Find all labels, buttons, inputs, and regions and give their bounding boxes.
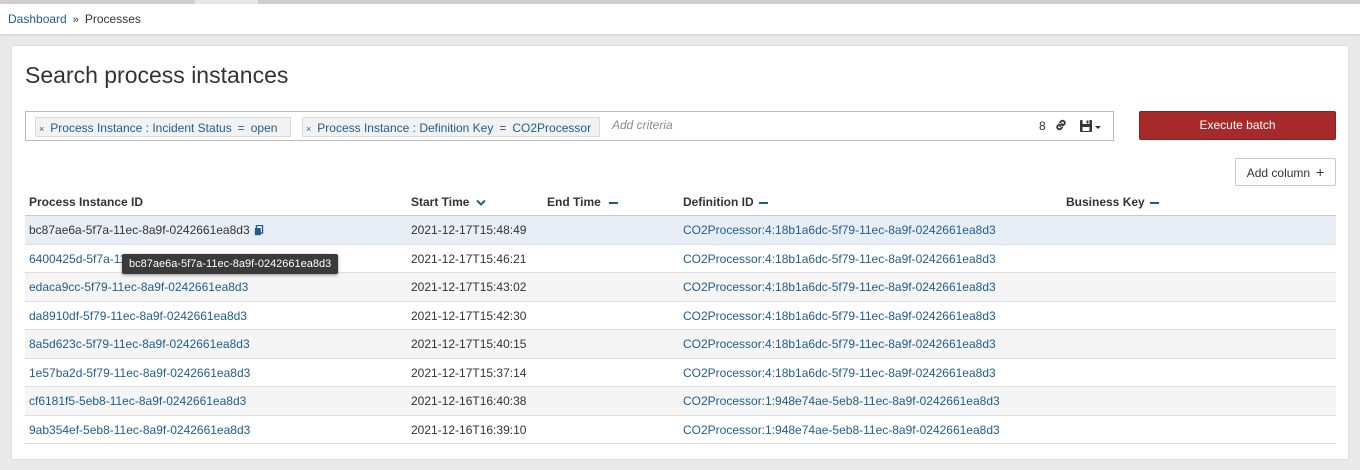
save-icon[interactable] [1079,119,1103,133]
breadcrumb: Dashboard » Processes [0,4,1360,34]
column-header-business-key[interactable]: Business Key [1066,195,1159,209]
definition-id-link[interactable]: CO2Processor:4:18b1a6dc-5f79-11ec-8a9f-0… [683,366,996,380]
definition-id-link[interactable]: CO2Processor:1:948e74ae-5eb8-11ec-8a9f-0… [683,423,1000,437]
start-time-cell: 2021-12-16T16:39:10 [411,422,527,437]
definition-id-link[interactable]: CO2Processor:4:18b1a6dc-5f79-11ec-8a9f-0… [683,337,996,351]
criteria-pill-definition-key[interactable]: × Process Instance : Definition Key = CO2Pr… [302,117,600,137]
process-instance-id-link[interactable]: 1e57ba2d-5f79-11ec-8a9f-0242661ea8d3 [29,366,250,380]
table-row[interactable]: cf6181f5-5eb8-11ec-8a9f-0242661ea8d3 202… [25,387,1336,416]
process-instance-id-link[interactable]: bc87ae6a-5f7a-11ec-8a9f-0242661ea8d3 [29,223,264,237]
start-time-cell: 2021-12-17T15:37:14 [411,365,527,380]
breadcrumb-separator: » [72,14,79,26]
criteria-key[interactable]: Process Instance : Incident Status [50,121,231,135]
table-row[interactable]: edaca9cc-5f79-11ec-8a9f-0242661ea8d3 202… [25,273,1336,302]
process-instance-id-link[interactable]: edaca9cc-5f79-11ec-8a9f-0242661ea8d3 [29,280,248,294]
table-row[interactable]: da8910df-5f79-11ec-8a9f-0242661ea8d3 202… [25,302,1336,330]
column-header-process-instance-id[interactable]: Process Instance ID [29,195,143,209]
table-row[interactable]: 8a5d623c-5f79-11ec-8a9f-0242661ea8d3 202… [25,330,1336,359]
link-icon[interactable] [1054,118,1068,132]
start-time-cell: 2021-12-17T15:46:21 [411,251,527,266]
copy-icon[interactable] [254,225,264,236]
process-instance-id-link[interactable]: cf6181f5-5eb8-11ec-8a9f-0242661ea8d3 [29,394,246,408]
criteria-key[interactable]: Process Instance : Definition Key [317,121,493,135]
criteria-pill-incident-status[interactable]: × Process Instance : Incident Status = open [35,117,291,137]
process-instance-id-link[interactable]: 8a5d623c-5f79-11ec-8a9f-0242661ea8d3 [29,337,250,351]
column-header-label: Definition ID [683,195,754,209]
column-header-definition-id[interactable]: Definition ID [683,195,768,209]
criteria-operator[interactable]: = [238,121,245,135]
search-criteria-box[interactable]: × Process Instance : Incident Status = open… [25,111,1114,141]
add-column-button[interactable]: Add column + [1235,158,1336,186]
definition-id-link[interactable]: CO2Processor:4:18b1a6dc-5f79-11ec-8a9f-0… [683,223,996,237]
chevron-down-icon[interactable] [476,199,486,207]
column-header-end-time[interactable]: End Time [547,195,618,209]
breadcrumb-current: Processes [84,12,141,26]
definition-id-link[interactable]: CO2Processor:4:18b1a6dc-5f79-11ec-8a9f-0… [683,280,996,294]
table-row[interactable]: 9ab354ef-5eb8-11ec-8a9f-0242661ea8d3 202… [25,416,1336,444]
process-instance-table: bc87ae6a-5f7a-11ec-8a9f-0242661ea8d3 202… [25,216,1336,444]
breadcrumb-dashboard-link[interactable]: Dashboard [8,12,67,26]
table-row[interactable]: bc87ae6a-5f7a-11ec-8a9f-0242661ea8d3 202… [25,216,1336,245]
process-instance-id-text[interactable]: bc87ae6a-5f7a-11ec-8a9f-0242661ea8d3 [29,223,250,237]
copy-tooltip: bc87ae6a-5f7a-11ec-8a9f-0242661ea8d3 [122,254,339,274]
add-column-label: Add column [1246,166,1311,180]
column-header-label: Process Instance ID [29,195,144,209]
search-panel: Search process instances × Process Instan… [11,45,1349,460]
definition-id-link[interactable]: CO2Processor:4:18b1a6dc-5f79-11ec-8a9f-0… [683,252,996,266]
execute-batch-button[interactable]: Execute batch [1139,111,1336,140]
remove-column-minus-icon[interactable] [758,201,768,204]
page-title: Search process instances [25,62,289,88]
criteria-value[interactable]: open [251,121,278,135]
remove-column-minus-icon[interactable] [608,201,618,204]
result-count: 8 [1039,119,1046,133]
start-time-cell: 2021-12-17T15:40:15 [411,337,527,351]
start-time-cell: 2021-12-17T15:48:49 [411,223,527,237]
definition-id-link[interactable]: CO2Processor:1:948e74ae-5eb8-11ec-8a9f-0… [683,394,1000,408]
column-header-label: Business Key [1066,195,1145,209]
add-criteria-input[interactable]: Add criteria [612,118,673,132]
plus-icon: + [1316,164,1325,180]
column-header-label: Start Time [411,195,470,209]
process-instance-id-link[interactable]: 9ab354ef-5eb8-11ec-8a9f-0242661ea8d3 [29,423,250,437]
remove-column-minus-icon[interactable] [1149,201,1159,204]
table-row[interactable]: 1e57ba2d-5f79-11ec-8a9f-0242661ea8d3 202… [25,359,1336,387]
column-header-label: End Time [547,195,601,209]
process-instance-id-link[interactable]: da8910df-5f79-11ec-8a9f-0242661ea8d3 [29,309,247,323]
column-header-start-time[interactable]: Start Time [411,195,486,209]
remove-criteria-x-icon[interactable]: × [39,124,44,134]
start-time-cell: 2021-12-17T15:42:30 [411,308,527,323]
start-time-cell: 2021-12-17T15:43:02 [411,280,527,294]
definition-id-link[interactable]: CO2Processor:4:18b1a6dc-5f79-11ec-8a9f-0… [683,309,996,323]
criteria-operator[interactable]: = [499,121,506,135]
criteria-value[interactable]: CO2Processor [512,121,591,135]
table-header: Process Instance ID Start Time End Time … [25,189,1336,216]
remove-criteria-x-icon[interactable]: × [306,124,311,134]
start-time-cell: 2021-12-16T16:40:38 [411,394,527,408]
